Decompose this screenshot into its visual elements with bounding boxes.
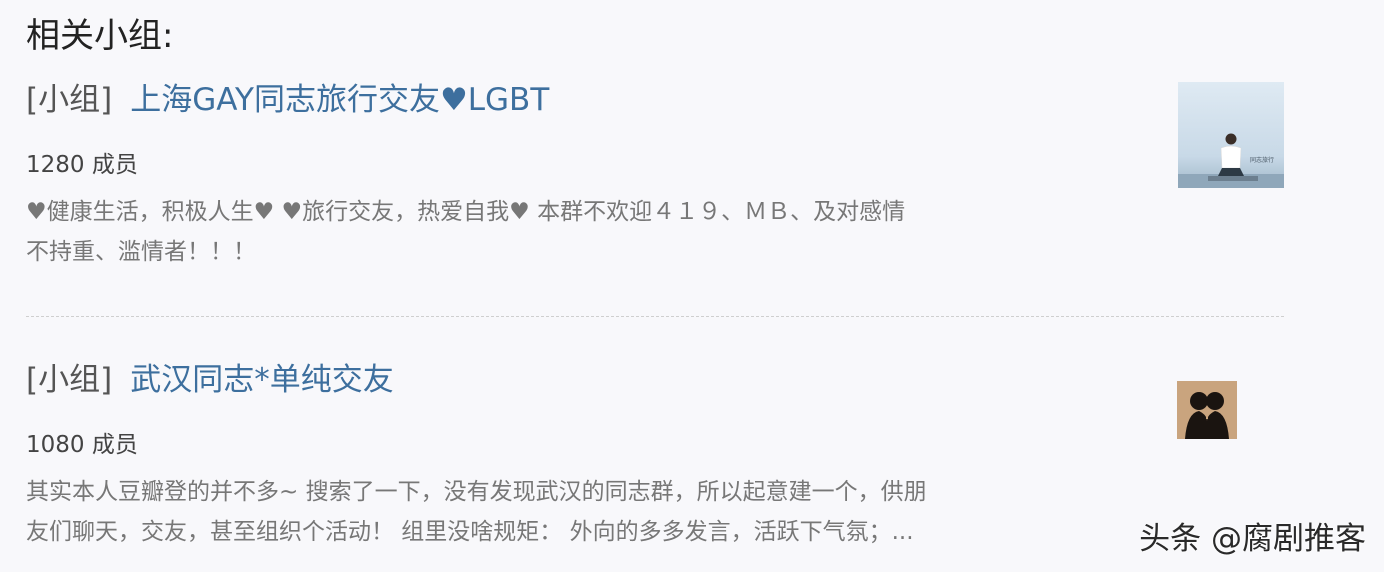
group-header: [小组] 武汉同志*单纯交友: [26, 360, 1286, 400]
description-line: 友们聊天，交友，甚至组织个活动！ 组里没啥规矩： 外向的多多发言，活跃下气氛；.…: [26, 519, 914, 545]
group-description: 其实本人豆瓣登的并不多~ 搜索了一下，没有发现武汉的同志群，所以起意建一个，供朋…: [26, 472, 1136, 552]
description-line: 其实本人豆瓣登的并不多~ 搜索了一下，没有发现武汉的同志群，所以起意建一个，供朋: [26, 479, 927, 505]
group-name-link[interactable]: 武汉同志*单纯交友: [130, 362, 394, 398]
description-line: ♥健康生活，积极人生♥ ♥旅行交友，热爱自我♥ 本群不欢迎４１９、ＭＢ、及对感情: [26, 199, 906, 225]
group-avatar[interactable]: 同志旅行: [1178, 82, 1284, 188]
description-line: 不持重、滥情者！！！: [26, 239, 256, 265]
section-title: 相关小组:: [26, 16, 174, 56]
group-avatar[interactable]: [1177, 381, 1237, 439]
group-tag: [小组]: [26, 362, 113, 398]
group-item: [小组] 武汉同志*单纯交友 1080 成员 其实本人豆瓣登的并不多~ 搜索了一下…: [26, 360, 1286, 552]
group-description: ♥健康生活，积极人生♥ ♥旅行交友，热爱自我♥ 本群不欢迎４１９、ＭＢ、及对感情…: [26, 192, 1136, 272]
group-item: [小组] 上海GAY同志旅行交友♥LGBT 1280 成员 ♥健康生活，积极人生♥…: [26, 80, 1286, 272]
group-name-suffix: LGBT: [467, 82, 550, 118]
member-count: 1280 成员: [26, 152, 138, 178]
group-name-link[interactable]: 上海GAY同志旅行交友♥LGBT: [130, 82, 549, 118]
group-tag: [小组]: [26, 82, 113, 118]
member-count: 1080 成员: [26, 432, 138, 458]
group-avatar-image: 同志旅行: [1178, 82, 1284, 188]
heart-icon: ♥: [439, 82, 468, 118]
group-avatar-image: [1177, 381, 1237, 439]
group-header: [小组] 上海GAY同志旅行交友♥LGBT: [26, 80, 1286, 120]
avatar-caption: 同志旅行: [1250, 156, 1274, 164]
group-name-text: 上海GAY同志旅行交友: [130, 82, 440, 118]
watermark: 头条 @腐剧推客: [1139, 521, 1366, 557]
divider: [26, 316, 1284, 317]
